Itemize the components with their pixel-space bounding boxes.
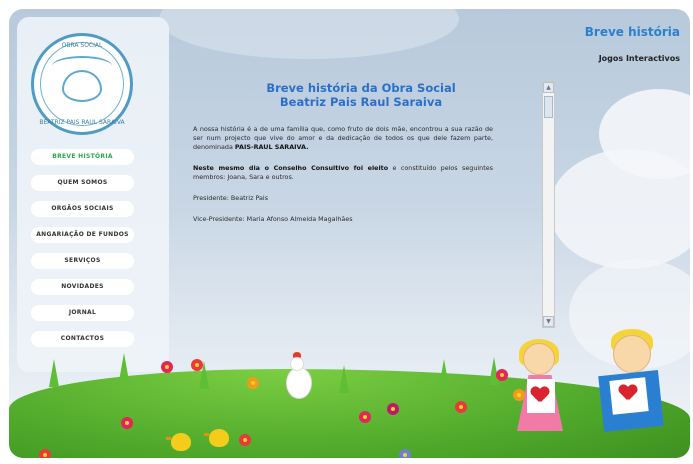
paragraph-3: Presidente: Beatriz Pais (193, 194, 269, 202)
nav-item-angariacao-de-fundos[interactable]: ANGARIAÇÃO DE FUNDOS (31, 227, 134, 243)
flower-icon (191, 359, 203, 371)
nav-item-novidades[interactable]: NOVIDADES (31, 279, 134, 295)
chick-icon (204, 429, 229, 447)
paragraph-1-strong: PAIS-RAUL SARAIVA. (234, 143, 309, 151)
flower-icon (247, 377, 259, 389)
scroll-thumb[interactable] (544, 96, 553, 118)
page-title: Breve história da Obra Social Beatriz Pa… (213, 81, 509, 109)
flower-icon (399, 449, 411, 458)
main-nav: BREVE HISTÓRIA QUEM SOMOS ORGÃOS SOCIAIS… (31, 149, 149, 357)
page-title-line1: Breve história da Obra Social (266, 81, 456, 95)
flower-icon (39, 449, 51, 458)
nav-item-servicos[interactable]: SERVIÇOS (31, 253, 134, 269)
grass-blade (49, 359, 59, 387)
grass-blade (119, 353, 129, 381)
flower-icon (239, 434, 251, 446)
girl-illustration (515, 339, 585, 449)
flower-icon (359, 411, 371, 423)
paragraph-2: Neste mesmo dia o Conselho Consultivo fo… (193, 164, 493, 182)
scroll-down-icon[interactable]: ▼ (543, 316, 554, 327)
page-title-line2: Beatriz Pais Raul Saraiva (279, 95, 443, 109)
flower-icon (455, 401, 467, 413)
paragraph-1: A nossa história é a de uma família que,… (193, 125, 493, 152)
grass-blade (339, 365, 349, 393)
nav-item-jornal[interactable]: JORNAL (31, 305, 134, 321)
content-scrollbar[interactable]: ▲ ▼ (542, 81, 555, 328)
nav-item-orgaos-sociais[interactable]: ORGÃOS SOCIAIS (31, 201, 134, 217)
top-links: Breve história Jogos Interactivos (585, 25, 680, 63)
paragraph-2-strong: Neste mesmo dia o Conselho Consultivo fo… (193, 164, 389, 172)
grass-field (9, 369, 690, 458)
cloud (159, 9, 459, 59)
nav-item-quem-somos[interactable]: QUEM SOMOS (31, 175, 134, 191)
main-content: Breve história da Obra Social Beatriz Pa… (193, 81, 509, 224)
nav-item-contactos[interactable]: CONTACTOS (31, 331, 134, 347)
heart-icon (531, 387, 549, 403)
nav-item-breve-historia[interactable]: BREVE HISTÓRIA (31, 149, 134, 165)
flower-icon (387, 403, 399, 415)
flower-icon (161, 361, 173, 373)
flower-icon (121, 417, 133, 429)
hen-icon (282, 352, 314, 401)
boy-illustration (595, 329, 685, 454)
logo-text-bottom: BEATRIZ PAIS RAUL SARAIVA (39, 119, 125, 126)
logo-drop-icon (62, 70, 102, 102)
chick-icon (166, 433, 191, 451)
logo-text-top: OBRA SOCIAL (61, 42, 103, 49)
logo[interactable]: OBRA SOCIAL BEATRIZ PAIS RAUL SARAIVA (31, 33, 133, 135)
flower-icon (496, 369, 508, 381)
link-breve-historia[interactable]: Breve história (585, 25, 680, 39)
link-jogos-interactivos[interactable]: Jogos Interactivos (585, 54, 680, 63)
scroll-up-icon[interactable]: ▲ (543, 82, 554, 93)
paragraph-4: Vice-Presidente: Maria Afonso Almeida Ma… (193, 215, 353, 223)
grass-blade (439, 359, 449, 387)
page-frame: OBRA SOCIAL BEATRIZ PAIS RAUL SARAIVA BR… (9, 9, 690, 458)
heart-icon (619, 385, 637, 401)
